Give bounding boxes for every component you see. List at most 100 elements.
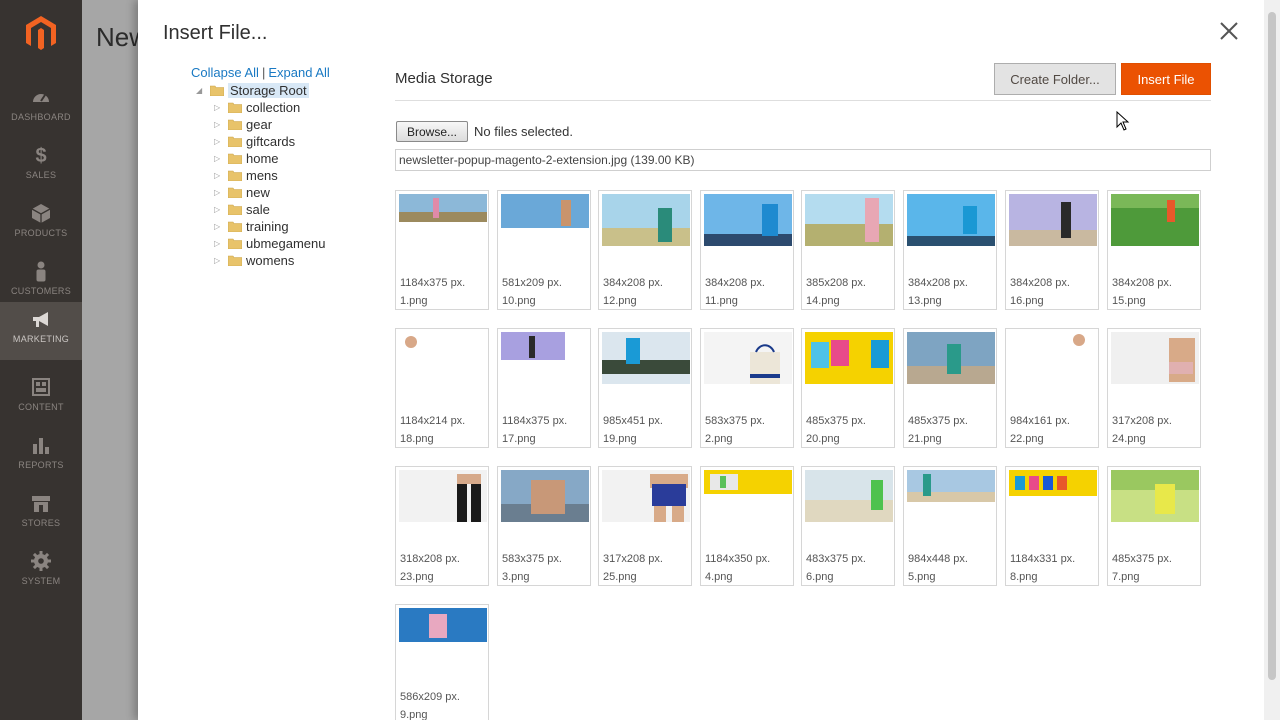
file-thumbnail-card[interactable]: 485x375 px. 21.png [903,328,997,448]
insert-file-modal: Insert File... Collapse All | Expand All ◢… [138,0,1264,720]
tree-node-gear[interactable]: ▷ gear [214,116,326,133]
file-thumbnail-card[interactable]: 581x209 px. 10.png [497,190,591,310]
expand-triangle-icon[interactable]: ▷ [214,256,224,265]
expand-triangle-icon[interactable]: ▷ [214,239,224,248]
file-thumbnail-card[interactable]: 1184x350 px. 4.png [700,466,794,586]
file-dimensions: 317x208 px. [603,553,663,565]
mouse-pointer-icon [1116,111,1130,131]
folder-label: gear [246,117,273,132]
collapse-triangle-icon[interactable]: ◢ [196,86,206,95]
tree-node-giftcards[interactable]: ▷ giftcards [214,133,326,150]
browse-button[interactable]: Browse... [396,121,468,142]
file-thumbnail-card[interactable]: 1184x375 px. 1.png [395,190,489,310]
expand-triangle-icon[interactable]: ▷ [214,205,224,214]
file-name: 19.png [603,433,637,445]
file-name: 1.png [400,295,428,307]
expand-triangle-icon[interactable]: ▷ [214,103,224,112]
file-name: 2.png [705,433,733,445]
file-thumbnail-card[interactable]: 485x375 px. 20.png [801,328,895,448]
file-thumbnail-card[interactable]: 1184x331 px. 8.png [1005,466,1099,586]
folder-icon [228,221,242,232]
file-meta: 384x208 px. 15.png [1112,274,1172,310]
file-thumbnail-card[interactable]: 483x375 px. 6.png [801,466,895,586]
file-thumbnail-card[interactable]: 384x208 px. 15.png [1107,190,1201,310]
tree-node-home[interactable]: ▷ home [214,150,326,167]
page-scrollbar[interactable] [1264,0,1280,720]
bar-chart-icon [33,438,49,454]
file-thumbnail-card[interactable]: 317x208 px. 25.png [598,466,692,586]
image-thumbnail [1009,194,1097,246]
file-thumbnail-card[interactable]: 384x208 px. 12.png [598,190,692,310]
file-name: 3.png [502,571,530,583]
file-name: 9.png [400,709,428,720]
tree-node-sale[interactable]: ▷ sale [214,201,326,218]
file-thumbnail-card[interactable]: 583x375 px. 3.png [497,466,591,586]
image-thumbnail [501,332,589,384]
nav-item-label: REPORTS [18,460,64,470]
folder-tree: ◢ Storage Root ▷ collection ▷ gear ▷ giftcard… [196,82,326,269]
tree-node-womens[interactable]: ▷ womens [214,252,326,269]
close-icon[interactable] [1218,20,1240,42]
expand-triangle-icon[interactable]: ▷ [214,154,224,163]
file-name: 22.png [1010,433,1044,445]
folder-label: collection [246,100,301,115]
nav-item-sales[interactable]: $ SALES [0,138,82,196]
file-thumbnail-card[interactable]: 384x208 px. 13.png [903,190,997,310]
file-thumbnail-card[interactable]: 984x448 px. 5.png [903,466,997,586]
image-thumbnail [1111,194,1199,246]
folder-label: new [246,185,270,200]
file-thumbnail-card[interactable]: 583x375 px. 2.png [700,328,794,448]
nav-item-stores[interactable]: STORES [0,486,82,544]
create-folder-button[interactable]: Create Folder... [994,63,1116,95]
nav-item-products[interactable]: PRODUCTS [0,196,82,254]
insert-file-button[interactable]: Insert File [1121,63,1211,95]
image-thumbnail [907,194,995,246]
file-dimensions: 984x161 px. [1010,415,1070,427]
magento-logo[interactable] [22,14,60,52]
file-thumbnail-card[interactable]: 985x451 px. 19.png [598,328,692,448]
person-icon [36,261,46,282]
tree-node-training[interactable]: ▷ training [214,218,326,235]
expand-all-link[interactable]: Expand All [268,65,329,80]
nav-item-content[interactable]: CONTENT [0,370,82,428]
file-thumbnail-card[interactable]: 1184x375 px. 17.png [497,328,591,448]
scrollbar-thumb[interactable] [1268,12,1276,680]
tree-node-collection[interactable]: ▷ collection [214,99,326,116]
tree-node-storage-root[interactable]: ◢ Storage Root [196,82,326,99]
folder-icon [228,119,242,130]
nav-item-marketing[interactable]: MARKETING [0,302,82,360]
nav-item-reports[interactable]: REPORTS [0,428,82,486]
svg-text:$: $ [35,145,46,166]
content-grid-icon [32,378,50,396]
file-thumbnail-card[interactable]: 1184x214 px. 18.png [395,328,489,448]
expand-triangle-icon[interactable]: ▷ [214,222,224,231]
file-thumbnail-card[interactable]: 384x208 px. 16.png [1005,190,1099,310]
file-meta: 317x208 px. 24.png [1112,412,1172,448]
file-thumbnail-card[interactable]: 485x375 px. 7.png [1107,466,1201,586]
tree-node-new[interactable]: ▷ new [214,184,326,201]
expand-triangle-icon[interactable]: ▷ [214,171,224,180]
folder-icon [228,204,242,215]
file-meta: 1184x375 px. 1.png [400,274,465,310]
nav-item-system[interactable]: SYSTEM [0,544,82,602]
collapse-all-link[interactable]: Collapse All [191,65,259,80]
file-thumbnail-card[interactable]: 318x208 px. 23.png [395,466,489,586]
file-thumbnail-card[interactable]: 385x208 px. 14.png [801,190,895,310]
tree-node-mens[interactable]: ▷ mens [214,167,326,184]
expand-triangle-icon[interactable]: ▷ [214,188,224,197]
file-thumbnail-card[interactable]: 586x209 px. 9.png [395,604,489,720]
expand-triangle-icon[interactable]: ▷ [214,137,224,146]
file-dimensions: 1184x331 px. [1010,553,1076,565]
file-name: 18.png [400,433,434,445]
file-name: 8.png [1010,571,1038,583]
file-thumbnail-card[interactable]: 984x161 px. 22.png [1005,328,1099,448]
file-thumbnail-card[interactable]: 317x208 px. 24.png [1107,328,1201,448]
file-thumbnail-card[interactable]: 384x208 px. 11.png [700,190,794,310]
file-dimensions: 1184x350 px. [705,553,771,565]
folder-icon [228,187,242,198]
nav-item-dashboard[interactable]: DASHBOARD [0,80,82,138]
tree-node-ubmegamenu[interactable]: ▷ ubmegamenu [214,235,326,252]
expand-triangle-icon[interactable]: ▷ [214,120,224,129]
dollar-icon: $ [35,145,46,166]
image-thumbnail [501,194,589,246]
